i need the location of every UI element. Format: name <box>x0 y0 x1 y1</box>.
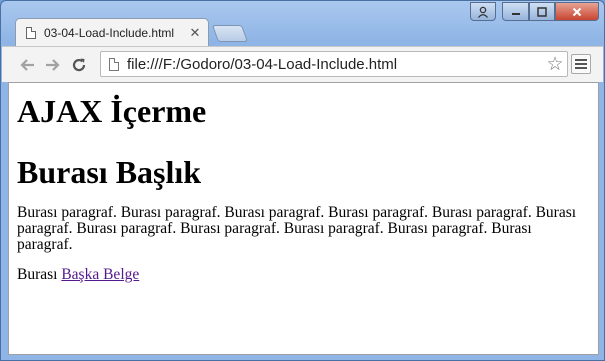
link-line: Burası Başka Belge <box>17 267 590 283</box>
address-bar[interactable]: file:///F:/Godoro/03-04-Load-Include.htm… <box>100 51 568 77</box>
hamburger-menu-icon[interactable] <box>571 54 591 74</box>
maximize-button[interactable] <box>529 2 555 21</box>
section-heading: Burası Başlık <box>17 153 202 190</box>
reload-icon[interactable] <box>66 52 92 78</box>
tab-title: 03-04-Load-Include.html <box>44 26 175 40</box>
tab-strip: 03-04-Load-Include.html ✕ <box>1 1 604 47</box>
browser-window: 03-04-Load-Include.html ✕ file:///F:/God… <box>0 0 605 361</box>
page-content: AJAX İçerme Burası Başlık Burası paragra… <box>8 82 599 355</box>
page-icon <box>109 57 119 71</box>
page-title: AJAX İçerme <box>17 93 207 129</box>
browser-toolbar: file:///F:/Godoro/03-04-Load-Include.htm… <box>2 46 603 82</box>
window-controls <box>470 2 599 21</box>
minimize-button[interactable] <box>502 2 529 21</box>
new-tab-button[interactable] <box>211 25 249 42</box>
window-close-button[interactable] <box>555 2 599 21</box>
close-icon[interactable]: ✕ <box>188 25 202 41</box>
back-arrow-icon[interactable] <box>14 52 40 78</box>
user-icon[interactable] <box>470 2 496 21</box>
forward-arrow-icon[interactable] <box>40 52 66 78</box>
tab-active[interactable]: 03-04-Load-Include.html ✕ <box>15 18 209 47</box>
link-prefix: Burası <box>17 266 58 284</box>
other-document-link[interactable]: Başka Belge <box>61 266 139 283</box>
paragraph: Burası paragraf. Burası paragraf. Burası… <box>17 203 577 254</box>
url-text[interactable]: file:///F:/Godoro/03-04-Load-Include.htm… <box>127 56 543 73</box>
page-icon <box>26 27 36 39</box>
star-icon[interactable]: ☆ <box>543 53 567 76</box>
